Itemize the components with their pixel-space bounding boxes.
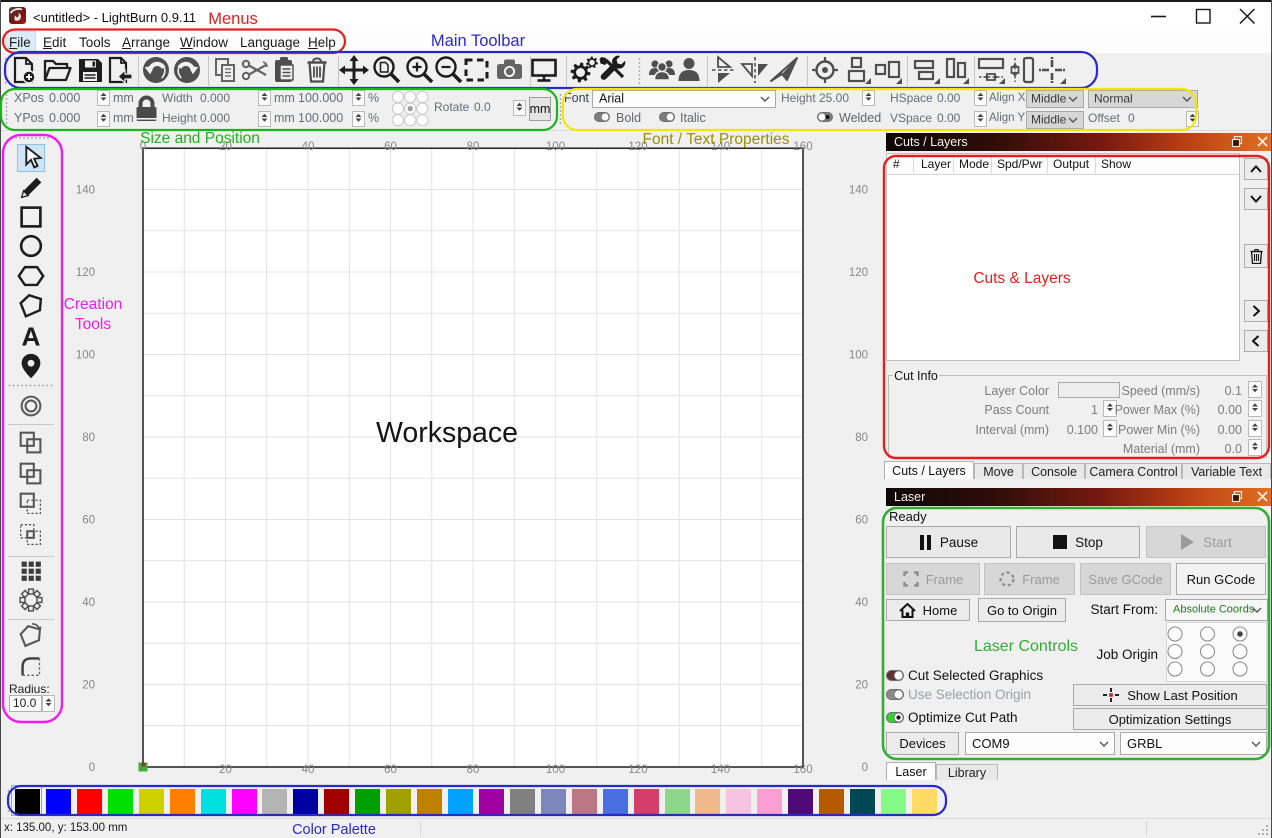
- svg-text:80: 80: [467, 141, 480, 153]
- svg-text:20: 20: [855, 680, 868, 692]
- svg-text:140: 140: [711, 141, 730, 153]
- svg-text:100: 100: [546, 764, 565, 776]
- svg-text:80: 80: [467, 764, 480, 776]
- svg-text:0: 0: [140, 141, 146, 153]
- svg-text:60: 60: [384, 764, 397, 776]
- svg-text:40: 40: [302, 141, 315, 153]
- svg-text:140: 140: [711, 764, 730, 776]
- svg-text:120: 120: [849, 267, 868, 279]
- svg-text:100: 100: [849, 350, 868, 362]
- svg-text:120: 120: [628, 141, 647, 153]
- svg-text:60: 60: [855, 515, 868, 527]
- svg-text:80: 80: [82, 432, 95, 444]
- svg-text:100: 100: [546, 141, 565, 153]
- svg-text:40: 40: [302, 764, 315, 776]
- svg-text:140: 140: [76, 185, 95, 197]
- svg-text:100: 100: [76, 350, 95, 362]
- svg-text:40: 40: [82, 597, 95, 609]
- svg-text:60: 60: [384, 141, 397, 153]
- svg-text:160: 160: [793, 141, 812, 153]
- svg-text:120: 120: [628, 764, 647, 776]
- svg-text:60: 60: [82, 515, 95, 527]
- svg-text:40: 40: [855, 597, 868, 609]
- svg-text:20: 20: [82, 680, 95, 692]
- svg-text:160: 160: [793, 764, 812, 776]
- svg-text:0: 0: [89, 762, 95, 774]
- svg-text:20: 20: [219, 764, 232, 776]
- svg-text:20: 20: [219, 141, 232, 153]
- svg-text:120: 120: [76, 267, 95, 279]
- svg-text:140: 140: [849, 185, 868, 197]
- svg-text:0: 0: [862, 762, 868, 774]
